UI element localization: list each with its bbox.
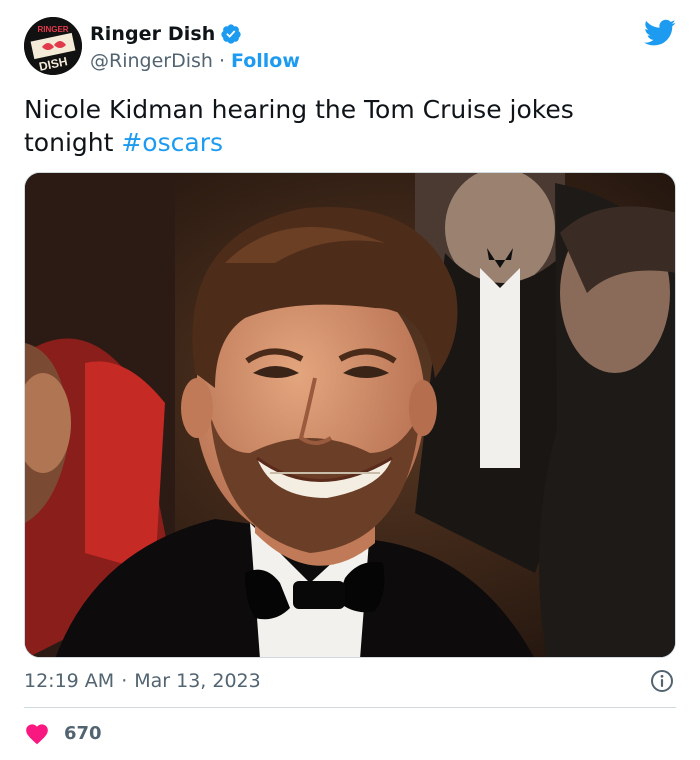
tweet-timestamp[interactable]: 12:19 AM · Mar 13, 2023 [24,670,261,692]
meta-separator: · [121,670,128,692]
handle-row: @RingerDish · Follow [90,50,300,72]
twitter-bird-icon[interactable] [644,19,676,47]
tweet-body: Nicole Kidman hearing the Tom Cruise jok… [24,95,574,157]
follow-button[interactable]: Follow [231,50,300,72]
info-icon[interactable] [650,669,674,693]
tweet-time: 12:19 AM [24,670,115,692]
verified-badge-icon [221,24,241,44]
display-name-row: Ringer Dish [90,23,242,45]
avatar-text-top: RINGER [37,25,68,34]
display-name[interactable]: Ringer Dish [90,23,215,45]
heart-icon [26,724,48,745]
avatar[interactable]: RINGER DISH [24,17,82,75]
divider [24,707,676,708]
like-count: 670 [64,722,102,744]
handle[interactable]: @RingerDish [90,50,213,72]
tweet-photo[interactable] [24,172,676,658]
separator-dot: · [218,50,225,72]
like-button[interactable]: 670 [24,721,102,745]
hashtag-link[interactable]: #oscars [121,128,223,157]
tweet-card: RINGER DISH Ringer Dish @RingerDish · Fo… [0,0,700,760]
tweet-text: Nicole Kidman hearing the Tom Cruise jok… [24,93,664,159]
ringer-dish-logo: RINGER DISH [24,17,82,75]
photo-illustration [25,173,675,657]
tweet-date: Mar 13, 2023 [134,670,261,692]
